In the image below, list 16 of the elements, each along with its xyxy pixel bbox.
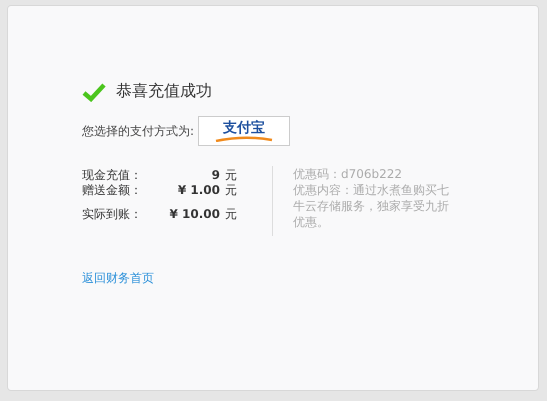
currency-unit: 元 bbox=[225, 168, 237, 183]
success-title: 恭喜充值成功 bbox=[116, 81, 212, 102]
currency-unit: 元 bbox=[225, 207, 237, 222]
alipay-logo: 支付宝 bbox=[198, 116, 290, 146]
payment-method-label: 您选择的支付方式为: bbox=[82, 122, 194, 140]
promo-content: 优惠内容：通过水煮鱼购买七牛云存储服务，独家享受九折优惠。 bbox=[293, 182, 450, 230]
promo-code: 优惠码：d706b222 bbox=[293, 166, 404, 182]
amount-value: 9 bbox=[210, 168, 220, 183]
amount-label: 赠送金额： bbox=[82, 183, 143, 198]
checkmark-icon bbox=[82, 82, 106, 102]
amount-label: 现金充值： bbox=[82, 168, 143, 183]
amount-value: ¥ 1.00 bbox=[176, 183, 220, 198]
currency-unit: 元 bbox=[225, 183, 237, 198]
amount-label: 实际到账： bbox=[82, 207, 143, 222]
back-link[interactable]: 返回财务首页 bbox=[82, 270, 154, 287]
amount-value: ¥ 10.00 bbox=[168, 207, 220, 222]
